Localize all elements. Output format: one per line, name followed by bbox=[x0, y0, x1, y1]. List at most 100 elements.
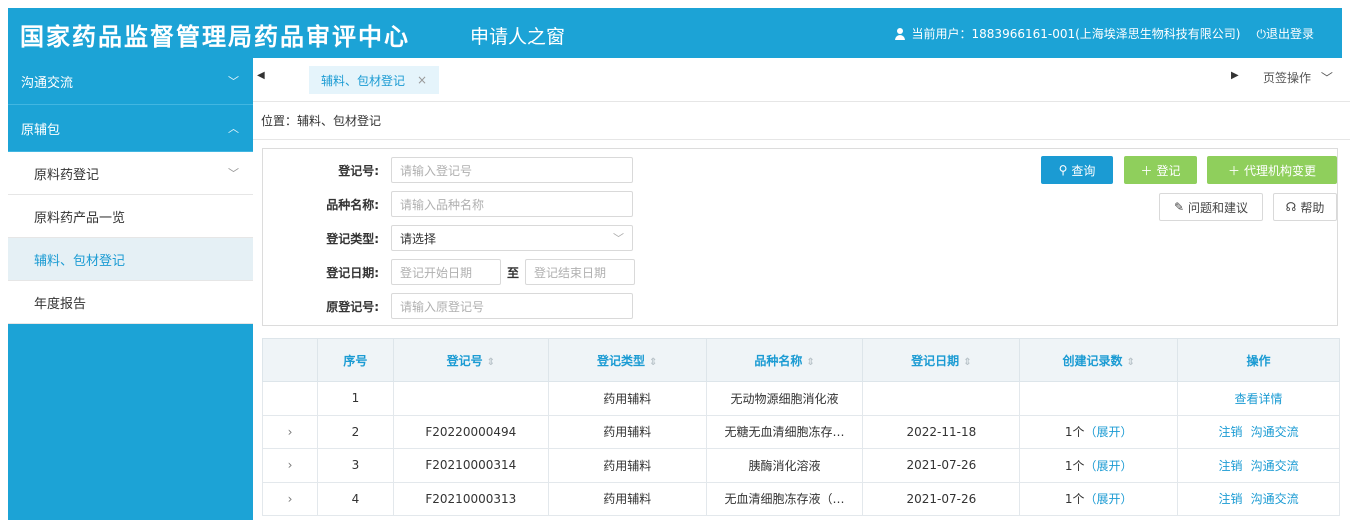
help-button[interactable]: ☊ 帮助 bbox=[1273, 193, 1337, 221]
field-reg-no: 登记号: 请输入登记号 bbox=[263, 157, 633, 183]
cancel-link[interactable]: 注销 bbox=[1219, 459, 1243, 473]
cell-index: 4 bbox=[316, 481, 394, 516]
date-start-input[interactable]: 登记开始日期 bbox=[391, 259, 501, 285]
communication-link[interactable]: 沟通交流 bbox=[1251, 492, 1299, 506]
column-header-reg-no[interactable]: 登记号 ⇕ bbox=[392, 338, 549, 382]
field-original-reg-no: 原登记号: 请输入原登记号 bbox=[263, 293, 633, 319]
communication-link[interactable]: 沟通交流 bbox=[1251, 425, 1299, 439]
cell-index: 3 bbox=[316, 448, 394, 483]
cell-record-count: 1个（展开） bbox=[1019, 414, 1179, 449]
tab-operations-label: 页签操作 bbox=[1263, 71, 1312, 85]
cancel-link[interactable]: 注销 bbox=[1219, 425, 1243, 439]
sidebar-item-annual-report[interactable]: 年度报告 bbox=[8, 281, 253, 324]
query-button[interactable]: ⚲ 查询 bbox=[1041, 156, 1113, 184]
chevron-right-icon[interactable]: › bbox=[288, 492, 293, 506]
column-header-reg-date[interactable]: 登记日期 ⇕ bbox=[862, 338, 1021, 382]
user-info: 当前用户：1883966161-001(上海埃泽思生物科技有限公司) ⏻退出登录 bbox=[894, 25, 1314, 42]
cell-product-name: 无血清细胞冻存液（… bbox=[705, 481, 864, 516]
field-label: 登记类型: bbox=[326, 231, 379, 246]
tab-label: 辅料、包材登记 bbox=[321, 73, 406, 88]
reg-type-value: 请选择 bbox=[400, 231, 437, 246]
logout-button[interactable]: ⏻退出登录 bbox=[1256, 25, 1314, 42]
table-row: › 4 F20210000313 药用辅料 无血清细胞冻存液（… 2021-07… bbox=[262, 481, 1340, 516]
cell-reg-no: F20210000313 bbox=[392, 481, 549, 516]
column-header-reg-type[interactable]: 登记类型 ⇕ bbox=[547, 338, 707, 382]
sidebar-item-label: 年度报告 bbox=[34, 296, 87, 312]
row-toggle-cell: › bbox=[262, 448, 318, 483]
tab-scroll-right-icon[interactable]: ▶ bbox=[1231, 70, 1239, 81]
chevron-right-icon[interactable]: › bbox=[288, 458, 293, 472]
view-details-link[interactable]: 查看详情 bbox=[1235, 392, 1283, 406]
sidebar-item-excipient-registration[interactable]: 辅料、包材登记 bbox=[8, 238, 253, 281]
expand-link[interactable]: （展开） bbox=[1085, 492, 1133, 506]
cell-reg-no bbox=[392, 381, 549, 416]
top-header: 国家药品监督管理局药品审评中心 申请人之窗 当前用户：1883966161-00… bbox=[8, 8, 1342, 58]
search-icon: ⚲ bbox=[1058, 163, 1068, 177]
column-header-actions: 操作 bbox=[1177, 338, 1340, 382]
column-header-record-count[interactable]: 创建记录数 ⇕ bbox=[1019, 338, 1179, 382]
sidebar: 沟通交流 ﹀ 原辅包 ︿ 原料药登记 ﹀ 原料药产品一览 辅料、包材登记 年度报… bbox=[8, 58, 253, 520]
chevron-down-icon: ﹀ bbox=[228, 75, 239, 88]
cell-index: 1 bbox=[316, 381, 394, 416]
brand-title: 国家药品监督管理局药品审评中心 bbox=[20, 23, 410, 51]
cell-product-name: 无糖无血清细胞冻存… bbox=[705, 414, 864, 449]
tab-operations-menu[interactable]: 页签操作 ﹀ bbox=[1263, 69, 1333, 86]
sidebar-item-label: 原料药产品一览 bbox=[34, 210, 126, 226]
record-count-value: 1个 bbox=[1064, 492, 1085, 507]
sidebar-item-api-products[interactable]: 原料药产品一览 bbox=[8, 195, 253, 238]
cell-reg-type: 药用辅料 bbox=[547, 481, 707, 516]
cell-reg-date: 2021-07-26 bbox=[862, 448, 1021, 483]
current-user-label: 当前用户：1883966161-001(上海埃泽思生物科技有限公司) bbox=[911, 27, 1241, 41]
edit-icon: ✎ bbox=[1173, 200, 1185, 214]
communication-link[interactable]: 沟通交流 bbox=[1251, 459, 1299, 473]
reg-no-input[interactable]: 请输入登记号 bbox=[391, 157, 633, 183]
chevron-right-icon[interactable]: › bbox=[288, 425, 293, 439]
cancel-link[interactable]: 注销 bbox=[1219, 492, 1243, 506]
breadcrumb: 位置：辅料、包材登记 bbox=[261, 114, 382, 128]
row-toggle-cell: › bbox=[262, 481, 318, 516]
original-reg-no-input[interactable]: 请输入原登记号 bbox=[391, 293, 633, 319]
feedback-button[interactable]: ✎ 问题和建议 bbox=[1159, 193, 1263, 221]
close-icon[interactable]: × bbox=[417, 73, 427, 87]
field-label: 登记号: bbox=[338, 163, 379, 178]
sidebar-item-api-registration[interactable]: 原料药登记 ﹀ bbox=[8, 152, 253, 195]
feedback-label: 问题和建议 bbox=[1188, 200, 1249, 215]
reg-type-select[interactable]: 请选择 ﹀ bbox=[391, 225, 633, 251]
chevron-up-icon: ︿ bbox=[228, 122, 239, 135]
expand-link[interactable]: （展开） bbox=[1085, 425, 1133, 439]
cell-index: 2 bbox=[316, 414, 394, 449]
cell-reg-no: F20220000494 bbox=[392, 414, 549, 449]
register-label: 登记 bbox=[1156, 163, 1181, 178]
tab-excipient-registration[interactable]: 辅料、包材登记 × bbox=[309, 66, 440, 94]
sidebar-group-communication[interactable]: 沟通交流 ﹀ bbox=[8, 58, 253, 105]
cell-actions: 查看详情 bbox=[1177, 381, 1340, 416]
cell-actions: 注销 沟通交流 bbox=[1177, 414, 1340, 449]
cell-reg-date bbox=[862, 381, 1021, 416]
results-table: 序号 登记号 ⇕ 登记类型 ⇕ 品种名称 ⇕ 登记日期 ⇕ 创建记录数 ⇕ 操作 1 药用… bbox=[262, 338, 1340, 516]
sort-icon: ⇕ bbox=[806, 356, 815, 368]
sidebar-item-label: 辅料、包材登记 bbox=[34, 253, 126, 269]
register-button[interactable]: ＋登记 bbox=[1124, 156, 1197, 184]
cell-reg-date: 2021-07-26 bbox=[862, 481, 1021, 516]
cell-reg-type: 药用辅料 bbox=[547, 381, 707, 416]
column-header-product-name[interactable]: 品种名称 ⇕ bbox=[705, 338, 864, 382]
chevron-down-icon: ﹀ bbox=[1320, 71, 1333, 85]
tab-bar: ◀ 辅料、包材登记 × ▶ 页签操作 ﹀ bbox=[253, 58, 1350, 102]
sidebar-group-label: 原辅包 bbox=[21, 122, 61, 138]
cell-product-name: 无动物源细胞消化液 bbox=[705, 381, 864, 416]
divider bbox=[253, 139, 1350, 140]
cell-record-count bbox=[1019, 381, 1179, 416]
column-header-index: 序号 bbox=[316, 338, 394, 382]
expand-link[interactable]: （展开） bbox=[1085, 459, 1133, 473]
sidebar-group-materials[interactable]: 原辅包 ︿ bbox=[8, 105, 253, 152]
chevron-down-icon: ﹀ bbox=[228, 167, 239, 180]
help-label: 帮助 bbox=[1300, 200, 1325, 215]
table-header-row: 序号 登记号 ⇕ 登记类型 ⇕ 品种名称 ⇕ 登记日期 ⇕ 创建记录数 ⇕ 操作 bbox=[262, 338, 1340, 382]
tab-scroll-left-icon[interactable]: ◀ bbox=[257, 70, 265, 81]
row-toggle-cell: › bbox=[262, 414, 318, 449]
date-end-input[interactable]: 登记结束日期 bbox=[525, 259, 636, 285]
user-icon bbox=[894, 27, 906, 40]
agent-change-button[interactable]: ＋ 代理机构变更 bbox=[1207, 156, 1337, 184]
product-name-input[interactable]: 请输入品种名称 bbox=[391, 191, 633, 217]
help-icon: ☊ bbox=[1285, 200, 1297, 214]
